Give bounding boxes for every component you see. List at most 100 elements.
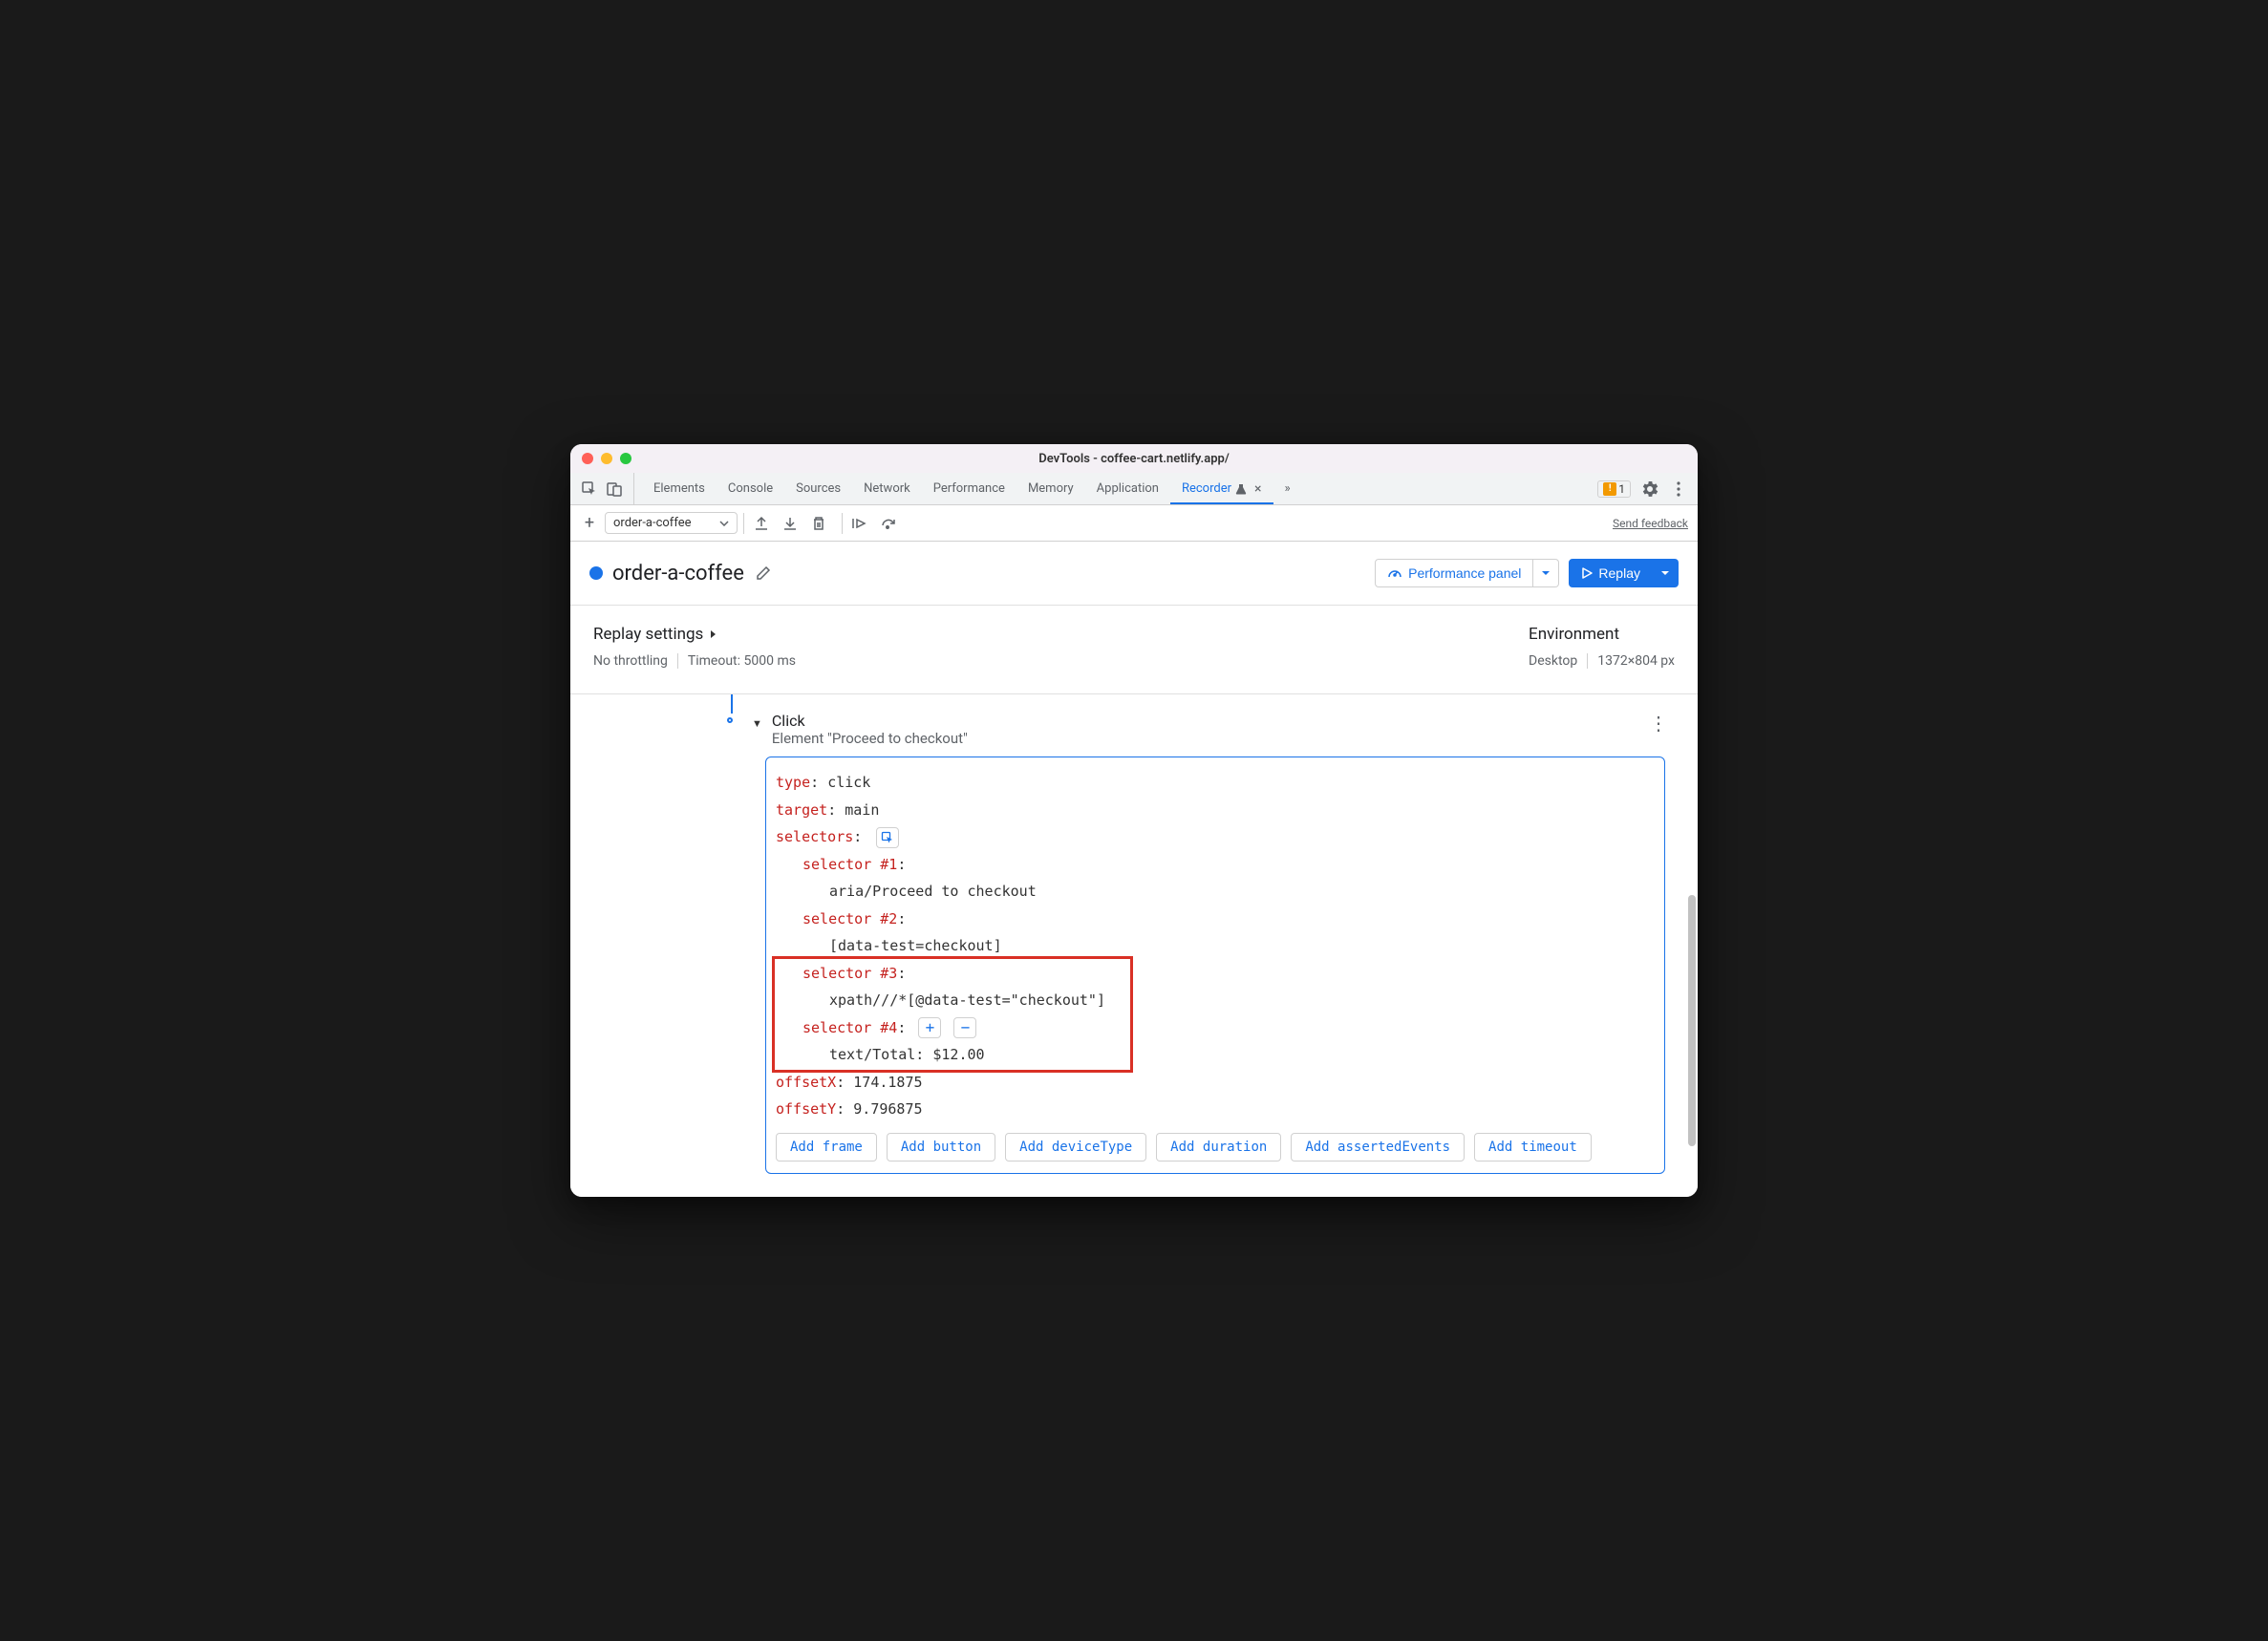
tab-elements[interactable]: Elements — [642, 473, 717, 504]
tab-recorder[interactable]: Recorder × — [1170, 473, 1273, 504]
tab-performance[interactable]: Performance — [922, 473, 1016, 504]
close-window-button[interactable] — [582, 453, 593, 464]
recording-header-left: order-a-coffee — [589, 562, 773, 586]
tab-more[interactable]: » — [1273, 473, 1302, 504]
replay-settings-title[interactable]: Replay settings — [593, 625, 796, 644]
tab-memory[interactable]: Memory — [1016, 473, 1085, 504]
step-over-icon[interactable] — [879, 514, 898, 533]
selector-1-row: selector #1: — [776, 851, 1655, 879]
recording-header: order-a-coffee Performance panel Replay — [570, 542, 1698, 606]
step-subtitle: Element "Proceed to checkout" — [772, 730, 1634, 747]
scrollbar-thumb[interactable] — [1688, 895, 1696, 1146]
replay-group: Replay — [1569, 559, 1679, 587]
environment-settings: Environment Desktop 1372×804 px — [1529, 625, 1675, 669]
selector-2-row: selector #2: — [776, 906, 1655, 933]
target-val[interactable]: main — [845, 801, 879, 819]
selector-3-val[interactable]: xpath///*[@data-test="checkout"] — [776, 987, 1655, 1014]
tab-network[interactable]: Network — [852, 473, 922, 504]
import-export-group — [743, 513, 836, 534]
step-more-icon[interactable]: ⋮ — [1643, 712, 1675, 735]
add-assertedevents-button[interactable]: Add assertedEvents — [1291, 1133, 1465, 1161]
recording-select-value: order-a-coffee — [613, 516, 691, 530]
gauge-icon — [1387, 565, 1402, 581]
settings-gear-icon[interactable] — [1640, 480, 1659, 499]
step-type-row: type: click — [776, 769, 1655, 797]
add-selector-button[interactable]: + — [918, 1017, 941, 1038]
recording-indicator-icon — [589, 566, 603, 580]
performance-panel-dropdown[interactable] — [1533, 559, 1559, 587]
selectors-key: selectors — [776, 828, 853, 845]
add-properties-row: Add frame Add button Add deviceType Add … — [776, 1133, 1655, 1161]
performance-panel-group: Performance panel — [1375, 559, 1559, 587]
step-title-block: Click Element "Proceed to checkout" — [772, 712, 1634, 747]
tab-close-icon[interactable]: × — [1254, 481, 1261, 497]
add-devicetype-button[interactable]: Add deviceType — [1005, 1133, 1146, 1161]
devtools-window: DevTools - coffee-cart.netlify.app/ Elem… — [570, 444, 1698, 1197]
devtools-tabbar: Elements Console Sources Network Perform… — [570, 473, 1698, 505]
new-recording-icon[interactable]: + — [580, 514, 599, 533]
remove-selector-button[interactable]: − — [953, 1017, 976, 1038]
inspect-tools — [570, 473, 634, 504]
caret-right-icon — [709, 629, 717, 639]
import-icon[interactable] — [781, 514, 800, 533]
performance-panel-label: Performance panel — [1408, 565, 1521, 581]
add-timeout-button[interactable]: Add timeout — [1474, 1133, 1592, 1161]
minimize-window-button[interactable] — [601, 453, 612, 464]
offsety-row: offsetY: 9.796875 — [776, 1096, 1655, 1123]
replay-button[interactable]: Replay — [1569, 559, 1653, 587]
type-val[interactable]: click — [827, 774, 870, 791]
inspect-element-icon[interactable] — [580, 480, 599, 499]
kebab-menu-icon[interactable] — [1669, 480, 1688, 499]
warnings-badge[interactable]: ! 1 — [1597, 480, 1631, 498]
selector-4-val[interactable]: text/Total: $12.00 — [776, 1041, 1655, 1069]
scrollbar[interactable] — [1686, 694, 1696, 1197]
play-icon — [1581, 567, 1593, 579]
step-target-row: target: main — [776, 797, 1655, 824]
type-key: type — [776, 774, 810, 791]
timeout-value: Timeout: 5000 ms — [688, 653, 796, 669]
delete-icon[interactable] — [809, 514, 828, 533]
warning-icon: ! — [1603, 482, 1616, 496]
selector-1-val[interactable]: aria/Proceed to checkout — [776, 878, 1655, 906]
window-title: DevTools - coffee-cart.netlify.app/ — [1038, 452, 1230, 466]
timeline-dot-icon — [727, 717, 733, 723]
add-button-button[interactable]: Add button — [887, 1133, 995, 1161]
step-title: Click — [772, 712, 1634, 730]
device-toolbar-icon[interactable] — [605, 480, 624, 499]
traffic-lights — [582, 453, 631, 464]
add-duration-button[interactable]: Add duration — [1156, 1133, 1281, 1161]
replay-dropdown[interactable] — [1653, 559, 1679, 587]
play-slow-icon[interactable] — [850, 514, 869, 533]
separator — [677, 653, 678, 669]
selector-picker-icon[interactable] — [876, 827, 899, 848]
offsetx-key: offsetX — [776, 1074, 836, 1091]
export-icon[interactable] — [752, 514, 771, 533]
target-key: target — [776, 801, 827, 819]
tab-sources[interactable]: Sources — [784, 473, 852, 504]
replay-label: Replay — [1598, 565, 1640, 581]
selector-2-val[interactable]: [data-test=checkout] — [776, 932, 1655, 960]
recording-select[interactable]: order-a-coffee — [605, 512, 738, 534]
send-feedback-link[interactable]: Send feedback — [1613, 517, 1688, 530]
edit-title-icon[interactable] — [754, 564, 773, 583]
sel3-key: selector #3 — [802, 965, 897, 982]
throttling-value: No throttling — [593, 653, 668, 669]
caret-down-icon — [1660, 570, 1670, 576]
sel2-key: selector #2 — [802, 910, 897, 927]
offsetx-val[interactable]: 174.1875 — [853, 1074, 922, 1091]
warning-count: 1 — [1618, 482, 1625, 496]
offsety-val[interactable]: 9.796875 — [853, 1100, 922, 1118]
add-frame-button[interactable]: Add frame — [776, 1133, 877, 1161]
settings-row: Replay settings No throttling Timeout: 5… — [570, 606, 1698, 694]
tab-application[interactable]: Application — [1085, 473, 1170, 504]
selector-4-row: selector #4: + − — [776, 1014, 1655, 1042]
step-header: ▼ Click Element "Proceed to checkout" ⋮ — [727, 704, 1675, 747]
playback-group — [842, 513, 906, 534]
step-selectors-row: selectors: — [776, 823, 1655, 851]
recording-header-right: Performance panel Replay — [1375, 559, 1679, 587]
tab-console[interactable]: Console — [717, 473, 784, 504]
offsetx-row: offsetX: 174.1875 — [776, 1069, 1655, 1097]
performance-panel-button[interactable]: Performance panel — [1375, 559, 1533, 587]
maximize-window-button[interactable] — [620, 453, 631, 464]
step-expand-caret[interactable]: ▼ — [752, 717, 762, 730]
